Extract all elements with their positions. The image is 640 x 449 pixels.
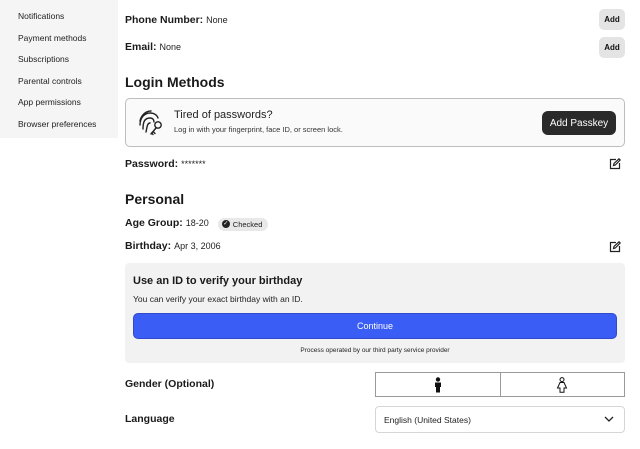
email-value: None [159,42,182,52]
phone-label: Phone Number: [125,14,204,26]
gender-option-female[interactable] [499,373,625,396]
login-methods-title: Login Methods [125,74,225,90]
email-row: Email: None [125,41,181,53]
gender-label: Gender (Optional) [125,378,215,390]
sidebar-item-subscriptions[interactable]: Subscriptions [0,49,118,71]
birthday-value: Apr 3, 2006 [174,241,221,251]
fingerprint-key-icon [139,110,162,136]
sidebar-item-payment-methods[interactable]: Payment methods [0,28,118,50]
password-row: Password: ******* [125,158,206,170]
password-value: ******* [181,159,206,169]
age-group-row: Age Group: 18-20 ✓ Checked [125,217,269,232]
verify-subtitle: You can verify your exact birthday with … [133,294,303,304]
birthday-label: Birthday: [125,240,172,252]
checked-badge-label: Checked [232,219,263,229]
passkey-title: Tired of passwords? [174,109,273,121]
continue-button[interactable]: Continue [133,313,617,339]
email-label: Email: [125,41,157,53]
verify-birthday-card: Use an ID to verify your birthday You ca… [125,263,625,363]
gender-selector [375,372,625,397]
chevron-down-icon [604,416,614,422]
add-phone-button[interactable]: Add [599,9,625,30]
age-group-value: 18-20 [185,218,209,228]
verify-title: Use an ID to verify your birthday [133,275,303,287]
phone-value: None [206,15,228,25]
language-label: Language [125,413,175,425]
passkey-subtitle: Log in with your fingerprint, face ID, o… [174,125,343,134]
checked-badge: ✓ Checked [217,217,269,231]
male-icon [434,376,441,392]
edit-password-icon[interactable] [609,158,621,170]
language-select[interactable]: English (United States) [375,406,625,433]
add-email-button[interactable]: Add [599,37,625,58]
phone-row: Phone Number: None [125,14,228,26]
sidebar-item-notifications[interactable]: Notifications [0,6,118,28]
personal-title: Personal [125,191,185,207]
sidebar-item-parental-controls[interactable]: Parental controls [0,71,118,93]
verify-provider-note: Process operated by our third party serv… [300,347,450,354]
age-group-label: Age Group: [125,217,183,229]
sidebar-item-app-permissions[interactable]: App permissions [0,92,118,114]
edit-birthday-icon[interactable] [609,241,621,253]
sidebar-item-browser-preferences[interactable]: Browser preferences [0,114,118,136]
passkey-card: Tired of passwords? Log in with your fin… [125,98,625,147]
birthday-row: Birthday: Apr 3, 2006 [125,240,221,252]
language-value: English (United States) [384,414,471,425]
settings-sidebar: Notifications Payment methods Subscripti… [0,0,118,138]
check-circle-icon: ✓ [221,220,230,228]
password-label: Password: [125,158,179,170]
female-icon [556,376,568,393]
gender-option-male[interactable] [376,373,500,396]
add-passkey-button[interactable]: Add Passkey [542,111,616,135]
